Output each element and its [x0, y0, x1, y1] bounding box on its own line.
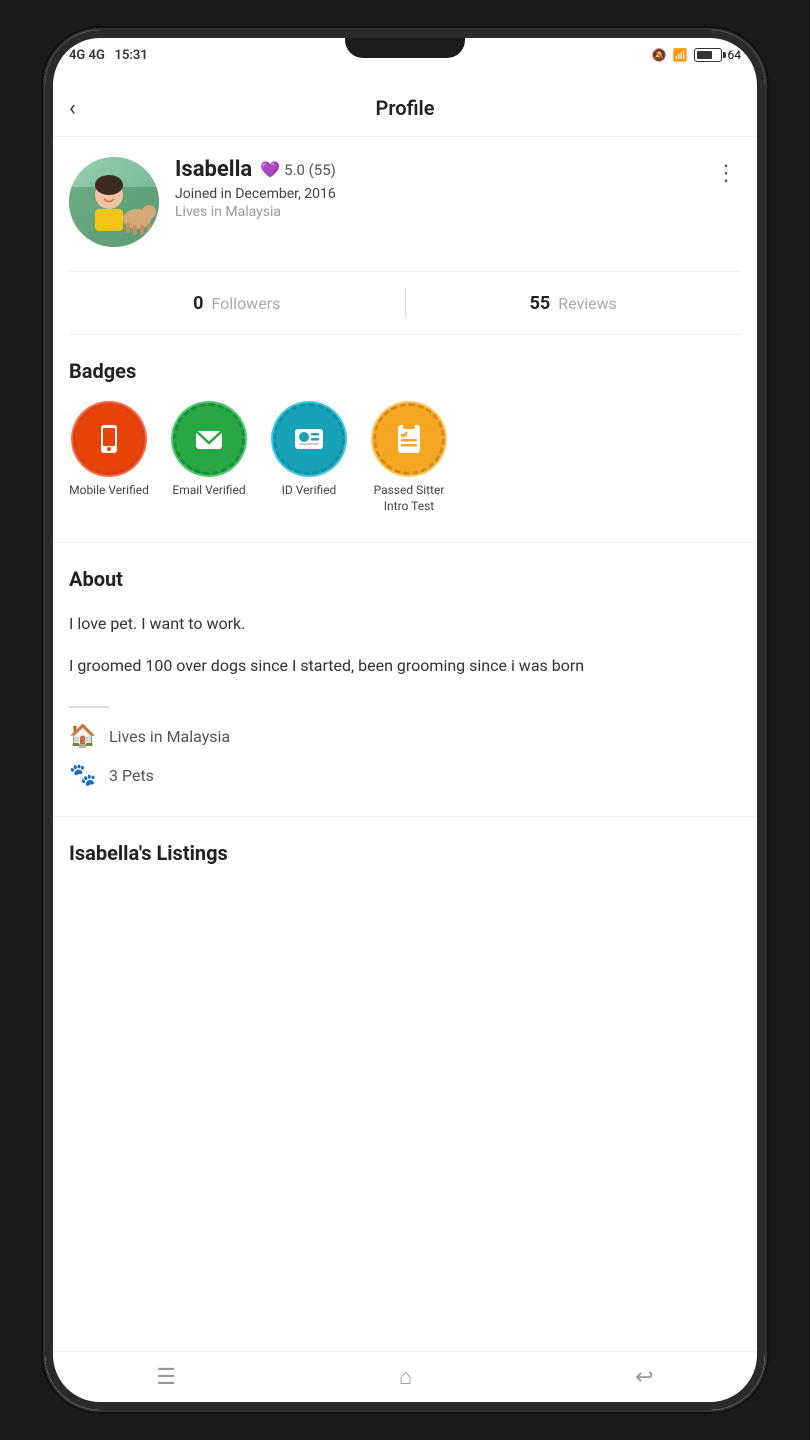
bottom-nav: ☰ ⌂ ↩ — [45, 1351, 765, 1410]
battery-percent: 64 — [728, 48, 742, 62]
about-divider — [45, 542, 765, 543]
sitter-intro-icon — [373, 403, 445, 475]
menu-nav-button[interactable]: ☰ — [156, 1365, 176, 1390]
badges-section: Badges Mobile Verified — [69, 359, 741, 514]
mute-icon: 🔕 — [652, 48, 667, 62]
followers-label: Followers — [211, 294, 280, 313]
id-verified-label: ID Verified — [282, 483, 337, 499]
heart-icon: 💜 — [260, 160, 280, 179]
location-text: Lives in Malaysia — [109, 727, 230, 746]
screen: ‹ Profile — [45, 80, 765, 1410]
listings-divider — [45, 816, 765, 817]
badge-mobile-verified: Mobile Verified — [69, 403, 149, 514]
reviews-stat[interactable]: 55 Reviews — [406, 293, 742, 314]
profile-name: Isabella — [175, 157, 252, 182]
email-verified-label: Email Verified — [172, 483, 245, 499]
badge-id-verified: ID Verified — [269, 403, 349, 514]
reviews-label: Reviews — [558, 294, 617, 313]
home-nav-button[interactable]: ⌂ — [399, 1364, 412, 1390]
home-icon: 🏠 — [69, 724, 97, 749]
badges-title: Badges — [69, 359, 741, 383]
listings-section: Isabella's Listings — [69, 841, 741, 865]
mobile-verified-label: Mobile Verified — [69, 483, 149, 499]
back-button[interactable]: ‹ — [69, 96, 76, 121]
battery-indicator — [694, 48, 722, 62]
name-row: Isabella 💜 5.0 (55) — [175, 157, 741, 182]
status-icons: 🔕 📶 64 — [652, 48, 741, 62]
about-text-2: I groomed 100 over dogs since I started,… — [69, 653, 741, 679]
back-nav-button[interactable]: ↩ — [635, 1365, 653, 1390]
id-verified-icon — [273, 403, 345, 475]
join-date: Joined in December, 2016 — [175, 186, 741, 202]
listings-title: Isabella's Listings — [69, 841, 741, 865]
mini-divider — [69, 706, 109, 708]
details-section: 🏠 Lives in Malaysia 🐾 3 Pets — [69, 724, 741, 788]
pets-icon: 🐾 — [69, 763, 97, 788]
sitter-intro-label: Passed Sitter Intro Test — [369, 483, 449, 514]
followers-count: 0 — [193, 293, 203, 314]
mobile-verified-icon — [73, 403, 145, 475]
pets-row: 🐾 3 Pets — [69, 763, 741, 788]
status-network-time: 4G 4G 15:31 — [69, 48, 148, 63]
email-verified-icon — [173, 403, 245, 475]
profile-info: Isabella 💜 5.0 (55) Joined in December, … — [175, 157, 741, 220]
about-text-1: I love pet. I want to work. — [69, 611, 741, 637]
location-row: 🏠 Lives in Malaysia — [69, 724, 741, 749]
rating-text: 5.0 (55) — [284, 161, 336, 179]
badge-sitter-intro: Passed Sitter Intro Test — [369, 403, 449, 514]
followers-stat[interactable]: 0 Followers — [69, 293, 405, 314]
profile-location: Lives in Malaysia — [175, 204, 741, 220]
page-title: Profile — [376, 96, 435, 120]
stats-row: 0 Followers 55 Reviews — [69, 271, 741, 335]
badge-email-verified: Email Verified — [169, 403, 249, 514]
pets-text: 3 Pets — [109, 766, 154, 785]
about-section: About I love pet. I want to work. I groo… — [69, 567, 741, 678]
reviews-count: 55 — [530, 293, 551, 314]
avatar — [69, 157, 159, 247]
badges-grid: Mobile Verified Email Verified — [69, 403, 741, 514]
content-area: Isabella 💜 5.0 (55) Joined in December, … — [45, 137, 765, 1351]
rating-badge: 💜 5.0 (55) — [260, 160, 336, 179]
page-header: ‹ Profile — [45, 80, 765, 137]
more-options-button[interactable]: ⋮ — [711, 157, 741, 190]
wifi-icon: 📶 — [673, 48, 688, 62]
profile-section: Isabella 💜 5.0 (55) Joined in December, … — [69, 157, 741, 247]
about-title: About — [69, 567, 741, 591]
